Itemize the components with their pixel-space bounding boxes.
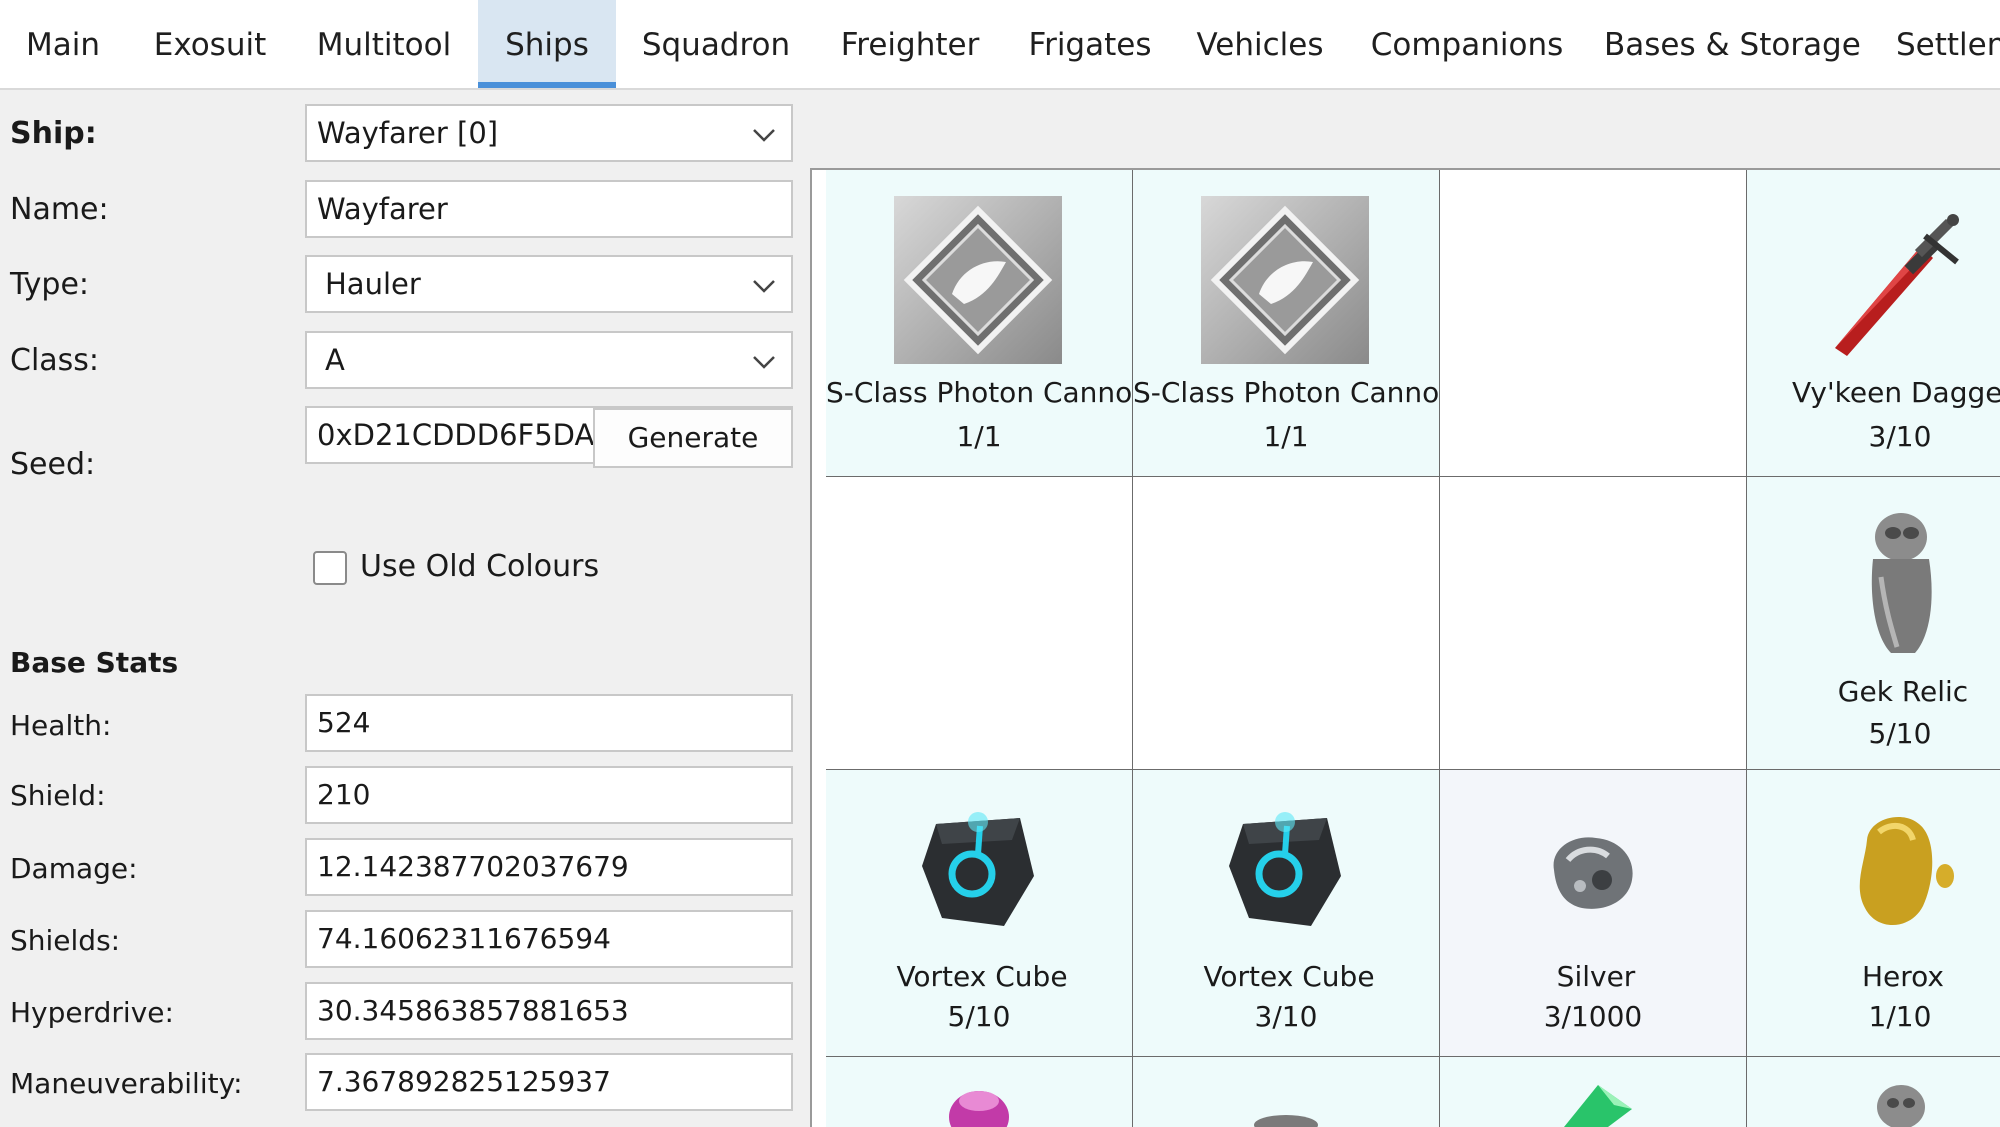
ship-label: Ship:: [10, 116, 97, 151]
dagger-icon: [1835, 214, 1959, 356]
tab-squadron[interactable]: Squadron: [630, 0, 802, 86]
inventory-slot[interactable]: [1747, 1057, 2000, 1127]
inventory-slot-empty[interactable]: [1440, 170, 1747, 477]
inventory-slot[interactable]: [1440, 1057, 1747, 1127]
type-label: Type:: [10, 267, 90, 302]
name-input[interactable]: Wayfarer: [305, 180, 793, 238]
item-name: Gek Relic: [1837, 675, 1969, 708]
generate-button[interactable]: Generate: [593, 408, 793, 468]
item-name: Silver: [1556, 960, 1636, 993]
maneuverability-label: Maneuverability:: [10, 1067, 243, 1100]
ship-select[interactable]: Wayfarer [0]: [305, 104, 793, 162]
vortex-cube-icon: [922, 812, 1034, 926]
item-amount: 3/10: [1868, 420, 1932, 453]
tab-multitool[interactable]: Multitool: [304, 0, 464, 86]
inventory-slot-empty[interactable]: [826, 477, 1133, 770]
seed-label: Seed:: [10, 447, 96, 482]
inventory-slot[interactable]: Vortex Cube 3/10: [1133, 770, 1440, 1057]
hyperdrive-label: Hyperdrive:: [10, 996, 174, 1029]
grey-item-icon: [1254, 1115, 1318, 1127]
class-select-value: A: [325, 343, 345, 377]
vortex-cube-icon: [1229, 812, 1341, 926]
shields-input[interactable]: 74.16062311676594: [305, 910, 793, 968]
gold-nugget-icon: [1859, 817, 1954, 926]
health-input[interactable]: 524: [305, 694, 793, 752]
shields-label: Shields:: [10, 924, 121, 957]
item-amount: 1/1: [956, 420, 1002, 453]
inventory-slot-empty[interactable]: [1133, 477, 1440, 770]
technology-blueprint-icon: [1201, 196, 1369, 364]
chevron-down-icon: [753, 129, 775, 142]
tab-freighter[interactable]: Freighter: [834, 0, 986, 86]
type-select[interactable]: Hauler: [305, 255, 793, 313]
hyperdrive-input[interactable]: 30.345863857881653: [305, 982, 793, 1040]
green-crystal-icon: [1564, 1085, 1632, 1127]
item-name: Herox: [1861, 960, 1945, 993]
item-amount: 5/10: [1868, 717, 1932, 750]
tab-frigates[interactable]: Frigates: [1020, 0, 1160, 86]
tab-vehicles[interactable]: Vehicles: [1192, 0, 1328, 86]
tab-bar: Main Exosuit Multitool Ships Squadron Fr…: [0, 0, 2000, 90]
ship-select-value: Wayfarer [0]: [317, 116, 499, 150]
item-name: Vortex Cube: [1203, 960, 1375, 993]
inventory-slot[interactable]: S-Class Photon Cannos 1/1: [826, 170, 1147, 477]
tab-companions[interactable]: Companions: [1366, 0, 1568, 86]
health-label: Health:: [10, 709, 112, 742]
statue-icon: [1877, 1085, 1925, 1127]
item-name: S-Class Photon Cannos: [1133, 376, 1454, 409]
tab-main[interactable]: Main: [0, 0, 126, 86]
item-amount: 3/1000: [1543, 1000, 1643, 1033]
inventory-slot[interactable]: Herox 1/10: [1747, 770, 2000, 1057]
damage-label: Damage:: [10, 852, 138, 885]
inventory-slot[interactable]: S-Class Photon Cannos 1/1: [1133, 170, 1454, 477]
class-label: Class:: [10, 343, 100, 378]
shield-label: Shield:: [10, 779, 106, 812]
inventory-grid: S-Class Photon Cannos 1/1 S-Class Photon…: [810, 168, 2000, 1127]
technology-blueprint-icon: [894, 196, 1062, 364]
shield-input[interactable]: 210: [305, 766, 793, 824]
use-old-colours-label: Use Old Colours: [360, 549, 600, 584]
tab-exosuit[interactable]: Exosuit: [140, 0, 280, 86]
item-amount: 1/1: [1263, 420, 1309, 453]
item-amount: 1/10: [1868, 1000, 1932, 1033]
inventory-slot[interactable]: [826, 1057, 1133, 1127]
maneuverability-input[interactable]: 7.367892825125937: [305, 1053, 793, 1111]
tab-ships[interactable]: Ships: [478, 0, 616, 88]
inventory-slot-empty[interactable]: [1440, 477, 1747, 770]
item-name: Vortex Cube: [896, 960, 1068, 993]
inventory-slot[interactable]: Vortex Cube 5/10: [826, 770, 1133, 1057]
tab-bases-storage[interactable]: Bases & Storage: [1604, 0, 1861, 86]
class-select[interactable]: A: [305, 331, 793, 389]
item-amount: 3/10: [1254, 1000, 1318, 1033]
type-select-value: Hauler: [325, 267, 421, 301]
silver-ore-icon: [1553, 837, 1633, 909]
inventory-slot[interactable]: Silver 3/1000: [1440, 770, 1747, 1057]
base-stats-heading: Base Stats: [10, 646, 179, 679]
chevron-down-icon: [753, 356, 775, 369]
item-name: S-Class Photon Cannos: [826, 376, 1147, 409]
item-amount: 5/10: [947, 1000, 1011, 1033]
inventory-slot[interactable]: Vy'keen Dagger 3/10: [1747, 170, 2000, 477]
damage-input[interactable]: 12.142387702037679: [305, 838, 793, 896]
pink-item-icon: [949, 1091, 1009, 1127]
name-label: Name:: [10, 192, 109, 227]
inventory-slot[interactable]: Gek Relic 5/10: [1747, 477, 2000, 770]
inventory-slot[interactable]: [1133, 1057, 1440, 1127]
tab-settlements[interactable]: Settlem: [1896, 0, 2000, 86]
use-old-colours-checkbox[interactable]: [313, 551, 347, 585]
item-name: Vy'keen Dagger: [1792, 376, 2000, 409]
statue-icon: [1871, 513, 1932, 653]
chevron-down-icon: [753, 280, 775, 293]
